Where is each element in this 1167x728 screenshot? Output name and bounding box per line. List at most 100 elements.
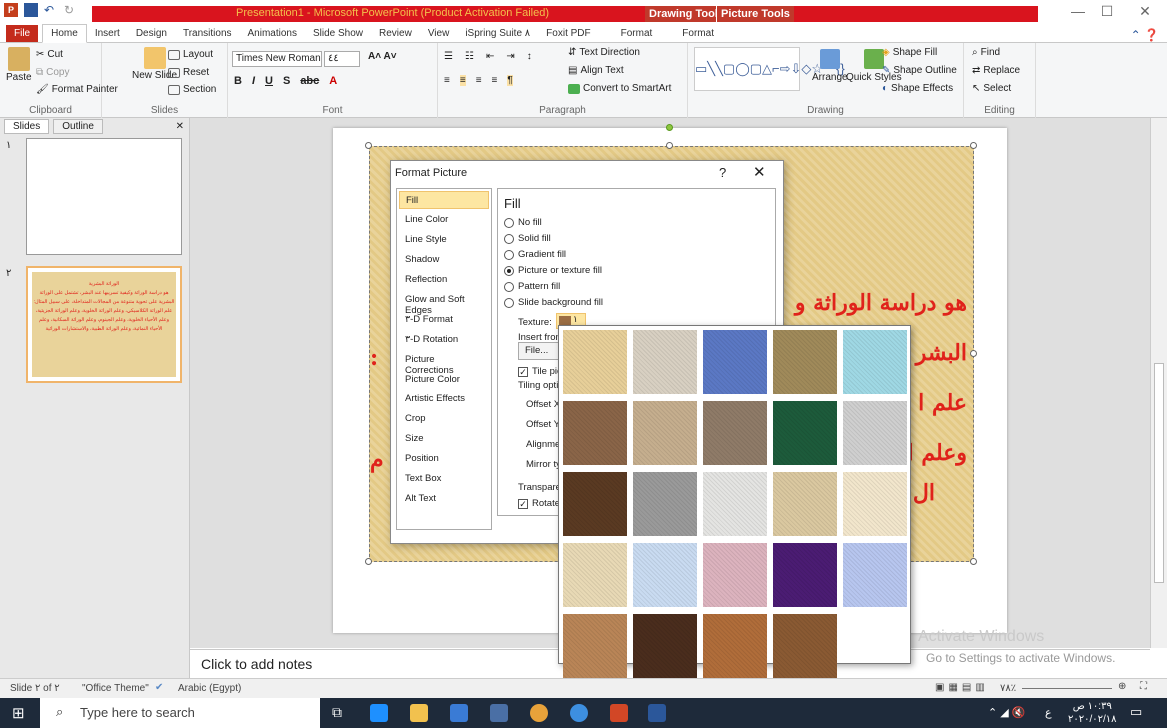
slide-thumbnail-2[interactable]: الوراثة البشرية هو دراسة الوراثة وكيفية … [26, 266, 182, 383]
zoom-slider[interactable] [1022, 688, 1112, 689]
slide-background-fill-option[interactable]: Slide background fill [504, 297, 603, 308]
tray-icons[interactable]: ⌃ ◢ 🔇 [988, 706, 1026, 719]
texture-swatch[interactable] [563, 543, 627, 607]
align-left-icon[interactable]: ≡ [444, 75, 450, 86]
mail-icon[interactable] [490, 704, 508, 722]
input-language[interactable]: ع [1045, 706, 1052, 719]
arrange-button[interactable]: Arrange [812, 49, 848, 83]
maximize-button[interactable]: ☐ [1092, 2, 1122, 20]
resize-handle[interactable] [970, 558, 977, 565]
redo-icon[interactable]: ↻ [64, 3, 78, 17]
category-3d-rotation[interactable]: ٣-D Rotation [399, 331, 489, 349]
tab-view[interactable]: View [420, 25, 458, 42]
store-icon[interactable] [450, 704, 468, 722]
texture-swatch[interactable] [703, 330, 767, 394]
resize-handle[interactable] [970, 350, 977, 357]
gradient-fill-option[interactable]: Gradient fill [504, 249, 566, 260]
align-center-icon[interactable]: ≡ [459, 75, 466, 86]
shape-fill-button[interactable]: ◈ Shape Fill [882, 47, 937, 58]
font-format-buttons[interactable]: B I U Sabc A [234, 75, 337, 87]
texture-swatch[interactable] [843, 330, 907, 394]
texture-swatch[interactable] [563, 401, 627, 465]
no-fill-option[interactable]: No fill [504, 217, 542, 228]
indent-icon[interactable]: ⇤ [486, 51, 494, 62]
category-reflection[interactable]: Reflection [399, 271, 489, 289]
rtl-icon[interactable]: ¶ [507, 75, 513, 86]
pattern-fill-option[interactable]: Pattern fill [504, 281, 560, 292]
pane-close-icon[interactable]: ✕ [176, 121, 184, 132]
category-text-box[interactable]: Text Box [399, 470, 489, 488]
word-taskbar-icon[interactable] [648, 704, 666, 722]
category-picture-corrections[interactable]: Picture Corrections [399, 351, 489, 376]
tab-format-picture[interactable]: Format [674, 25, 722, 42]
texture-swatch[interactable] [843, 401, 907, 465]
tab-animations[interactable]: Animations [240, 25, 305, 42]
save-icon[interactable] [24, 3, 38, 17]
reset-button[interactable]: Reset [168, 67, 209, 78]
texture-swatch[interactable] [563, 614, 627, 678]
justify-icon[interactable]: ≡ [492, 75, 498, 86]
texture-swatch[interactable] [703, 401, 767, 465]
proofing-icon[interactable]: ✔ [155, 682, 163, 693]
category-shadow[interactable]: Shadow [399, 251, 489, 269]
solid-fill-option[interactable]: Solid fill [504, 233, 551, 244]
align-text-button[interactable]: ▤ Align Text [568, 65, 624, 76]
cut-button[interactable]: ✂ Cut [36, 49, 63, 60]
clock[interactable]: ١٠:٣٩ ص ٢٠٢٠/٠٢/١٨ [1068, 700, 1117, 726]
tab-outline[interactable]: Outline [53, 118, 103, 134]
texture-swatch[interactable] [843, 472, 907, 536]
vertical-scrollbar[interactable] [1150, 118, 1167, 648]
list-buttons[interactable]: ☰ ☷ ⇤ ⇥ ↕ [444, 51, 532, 62]
tab-format-drawing[interactable]: Format [613, 25, 661, 42]
close-button[interactable]: ✕ [1130, 2, 1160, 20]
texture-swatch[interactable] [703, 614, 767, 678]
shape-effects-button[interactable]: ◐ Shape Effects [882, 83, 953, 94]
shape-outline-button[interactable]: ✎ Shape Outline [882, 65, 957, 76]
zoom-level[interactable]: ٧٨٪ [1000, 683, 1016, 694]
undo-icon[interactable]: ↶ [44, 3, 58, 17]
strikethrough-icon[interactable]: abc [300, 75, 319, 87]
texture-swatch[interactable] [563, 472, 627, 536]
texture-swatch[interactable] [773, 330, 837, 394]
category-size[interactable]: Size [399, 430, 489, 448]
category-line-color[interactable]: Line Color [399, 211, 489, 229]
font-size-combo[interactable]: ٤٤ [324, 51, 360, 67]
tab-home[interactable]: Home [42, 24, 87, 43]
tab-foxit[interactable]: Foxit PDF [538, 25, 598, 42]
tab-file[interactable]: File [6, 25, 39, 42]
bold-icon[interactable]: B [234, 75, 242, 87]
line-spacing-icon[interactable]: ↕ [527, 51, 532, 62]
font-color-icon[interactable]: A [329, 75, 337, 87]
shapes-gallery[interactable]: ▭╲╲▢◯▢△⌐⇨⇩◇☆⌒{} [694, 47, 845, 91]
notifications-icon[interactable]: ▭ [1130, 704, 1142, 720]
section-button[interactable]: Section [168, 84, 216, 95]
taskbar-search-box[interactable]: ⌕ Type here to search [40, 698, 320, 728]
resize-handle[interactable] [970, 142, 977, 149]
copy-button[interactable]: ⧉ Copy [36, 67, 70, 78]
help-icon[interactable]: ⌃ ❓ [1131, 28, 1159, 42]
align-buttons[interactable]: ≡ ≡ ≡ ≡ ¶ [444, 75, 513, 86]
picture-texture-fill-option[interactable]: Picture or texture fill [504, 265, 602, 276]
text-direction-button[interactable]: ⇵ Text Direction [568, 47, 640, 58]
resize-handle[interactable] [365, 142, 372, 149]
texture-swatch[interactable] [703, 543, 767, 607]
slide-thumbnail-1[interactable] [26, 138, 182, 255]
task-view-icon[interactable]: ⧉ [332, 704, 350, 722]
tab-design[interactable]: Design [128, 25, 175, 42]
outdent-icon[interactable]: ⇥ [506, 51, 514, 62]
zoom-in-icon[interactable]: ⊕ [1118, 681, 1126, 692]
powerpoint-taskbar-icon[interactable] [610, 704, 628, 722]
shadow-icon[interactable]: S [283, 75, 290, 87]
tab-ispring[interactable]: iSpring Suite ٨ [457, 25, 538, 42]
tab-slide-show[interactable]: Slide Show [305, 25, 371, 42]
layout-button[interactable]: Layout [168, 49, 213, 60]
find-button[interactable]: ⌕ Find [972, 47, 1000, 58]
category-picture-color[interactable]: Picture Color [399, 371, 489, 389]
category-crop[interactable]: Crop [399, 410, 489, 428]
texture-swatch[interactable] [773, 543, 837, 607]
texture-swatch[interactable] [633, 330, 697, 394]
category-3d-format[interactable]: ٣-D Format [399, 311, 489, 329]
category-alt-text[interactable]: Alt Text [399, 490, 489, 508]
tab-transitions[interactable]: Transitions [175, 25, 240, 42]
select-button[interactable]: ↖ Select [972, 83, 1011, 94]
